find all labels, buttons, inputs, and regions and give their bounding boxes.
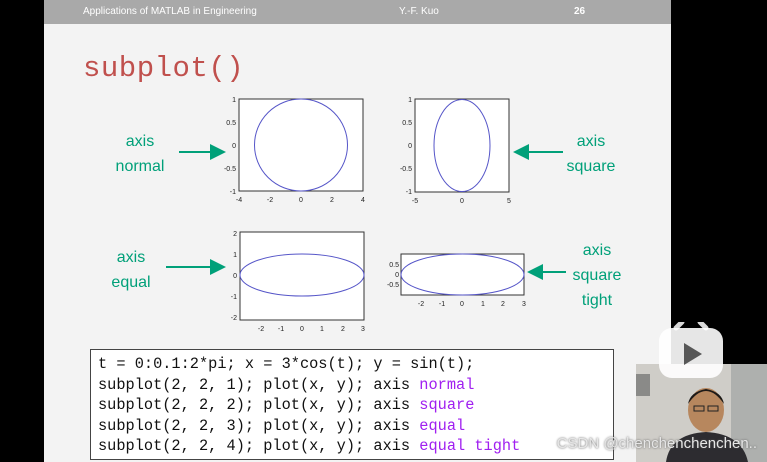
code-text: subplot(2, 2, 4); plot(x, y); axis [98, 437, 420, 455]
code-keyword: normal [419, 375, 475, 394]
tick-label: -1 [231, 294, 237, 301]
subplot-tight: -2 -1 0 1 2 3 0.5 0 -0.5 [387, 253, 526, 308]
code-keyword: equal tight [419, 437, 521, 455]
tick-label: 0.5 [226, 120, 236, 127]
tick-label: -1 [230, 189, 236, 196]
code-line: subplot(2, 2, 3); plot(x, y); axis equal [98, 416, 613, 437]
tick-label: 3 [522, 301, 526, 308]
subplot-square: -5 0 5 1 0.5 0 -0.5 -1 [400, 97, 511, 205]
code-text: subplot(2, 2, 3); plot(x, y); axis [98, 416, 420, 435]
code-line: subplot(2, 2, 2); plot(x, y); axis squar… [98, 395, 613, 416]
tick-label: 3 [361, 326, 365, 333]
tick-label: 0 [395, 272, 399, 279]
tick-label: 0 [232, 143, 236, 150]
tick-label: 2 [330, 197, 334, 204]
code-block: t = 0:0.1:2*pi; x = 3*cos(t); y = sin(t)… [90, 349, 614, 460]
tick-label: 1 [320, 326, 324, 333]
tick-label: 1 [233, 252, 237, 259]
tick-label: -1 [406, 189, 412, 196]
tick-label: 1 [408, 97, 412, 104]
code-line: t = 0:0.1:2*pi; x = 3*cos(t); y = sin(t)… [98, 355, 475, 373]
tick-label: 2 [233, 231, 237, 238]
tick-label: 5 [507, 198, 511, 205]
tick-label: -1 [278, 326, 284, 333]
tick-label: -0.5 [387, 282, 399, 289]
slide: Applications of MATLAB in Engineering Y.… [44, 0, 671, 462]
tick-label: -5 [412, 198, 418, 205]
tick-label: 0 [300, 326, 304, 333]
tick-label: 0 [233, 273, 237, 280]
tick-label: 2 [501, 301, 505, 308]
tick-label: 0 [460, 301, 464, 308]
play-icon[interactable] [656, 322, 726, 382]
tick-label: 0.5 [389, 262, 399, 269]
code-text: subplot(2, 2, 1); plot(x, y); axis [98, 375, 420, 394]
code-line: subplot(2, 2, 4); plot(x, y); axis equal… [98, 436, 613, 457]
code-keyword: square [419, 396, 475, 414]
subplot-normal: -4 -2 0 2 4 1 0.5 0 -0.5 -1 [224, 97, 365, 204]
tick-label: 0 [299, 197, 303, 204]
code-keyword: equal [419, 416, 466, 435]
tick-label: -1 [439, 301, 445, 308]
code-line: subplot(2, 2, 1); plot(x, y); axis norma… [98, 375, 613, 396]
tick-label: 4 [361, 197, 365, 204]
code-text: subplot(2, 2, 2); plot(x, y); axis [98, 396, 420, 414]
tick-label: -2 [258, 326, 264, 333]
tick-label: -2 [231, 315, 237, 322]
tick-label: -0.5 [224, 166, 236, 173]
tick-label: 1 [232, 97, 236, 104]
tick-label: -4 [236, 197, 242, 204]
tick-label: 2 [341, 326, 345, 333]
csdn-watermark: CSDN @chenchenchenchen.. [556, 435, 757, 452]
tick-label: 0 [460, 198, 464, 205]
tick-label: -2 [418, 301, 424, 308]
tick-label: -0.5 [400, 166, 412, 173]
tick-label: 1 [481, 301, 485, 308]
tick-label: 0.5 [402, 120, 412, 127]
tick-label: -2 [267, 197, 273, 204]
subplot-equal: -2 -1 0 1 2 3 2 1 0 -1 -2 [231, 231, 365, 333]
tick-label: 0 [408, 143, 412, 150]
